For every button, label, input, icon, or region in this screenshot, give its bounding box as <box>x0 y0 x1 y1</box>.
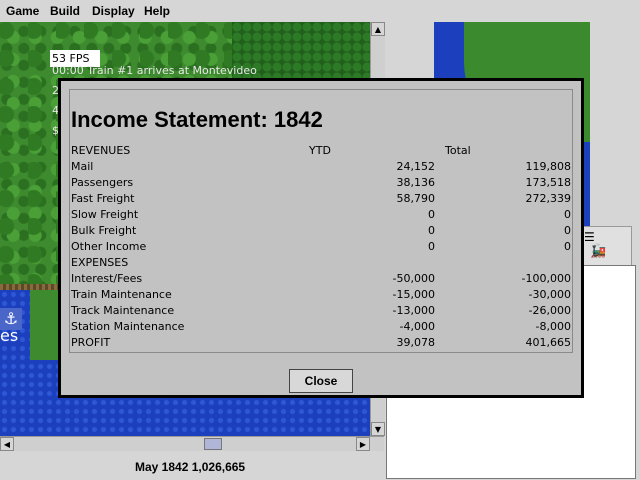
profit-row: PROFIT 39,078 401,665 <box>71 335 571 351</box>
cash-label: 1,026,665 <box>191 460 246 474</box>
total-value: 0 <box>564 208 571 221</box>
table-row: Slow Freight 0 0 <box>71 207 571 223</box>
row-label: Bulk Freight <box>71 224 137 237</box>
table-row: Fast Freight 58,790 272,339 <box>71 191 571 207</box>
table-row: Mail 24,152 119,808 <box>71 159 571 175</box>
row-label: Station Maintenance <box>71 320 185 333</box>
total-value: 0 <box>564 224 571 237</box>
income-statement-dialog: Income Statement: 1842 REVENUES YTD Tota… <box>58 78 584 398</box>
row-label: Slow Freight <box>71 208 139 221</box>
total-value: -30,000 <box>528 288 571 301</box>
row-label: PROFIT <box>71 336 111 349</box>
total-value: 119,808 <box>525 160 572 173</box>
table-row: Interest/Fees -50,000 -100,000 <box>71 271 571 287</box>
table-row: Passengers 38,136 173,518 <box>71 175 571 191</box>
menu-display[interactable]: Display <box>92 4 135 18</box>
ytd-value: 39,078 <box>396 336 436 349</box>
table-row: Train Maintenance -15,000 -30,000 <box>71 287 571 303</box>
ytd-value: 24,152 <box>396 160 436 173</box>
total-value: -26,000 <box>528 304 571 317</box>
row-label: Fast Freight <box>71 192 135 205</box>
total-value: 173,518 <box>525 176 572 189</box>
close-button[interactable]: Close <box>289 369 353 393</box>
scroll-left-icon[interactable]: ◀ <box>0 437 14 451</box>
map-label: es <box>0 326 19 345</box>
message-line: 00:00 Train #1 arrives at Montevideo <box>52 64 257 77</box>
row-label: Passengers <box>71 176 134 189</box>
section-header: EXPENSES <box>71 255 571 271</box>
ytd-value: 0 <box>428 224 435 237</box>
scroll-up-icon[interactable]: ▲ <box>371 22 385 36</box>
ytd-value: -4,000 <box>399 320 435 333</box>
scroll-right-icon[interactable]: ▶ <box>356 437 370 451</box>
menu-bar: Game Build Display Help <box>0 0 640 22</box>
ytd-value: 38,136 <box>396 176 436 189</box>
menu-game[interactable]: Game <box>6 4 39 18</box>
ytd-value: -13,000 <box>392 304 435 317</box>
total-value: 0 <box>564 240 571 253</box>
table-row: Bulk Freight 0 0 <box>71 223 571 239</box>
total-value: -100,000 <box>521 272 571 285</box>
menu-build[interactable]: Build <box>50 4 80 18</box>
row-label: Other Income <box>71 240 147 253</box>
row-label: Interest/Fees <box>71 272 143 285</box>
ytd-value: 0 <box>428 240 435 253</box>
total-value: -8,000 <box>535 320 571 333</box>
table-row: Other Income 0 0 <box>71 239 571 255</box>
total-header: Total <box>445 144 471 157</box>
ytd-value: 0 <box>428 208 435 221</box>
menu-help[interactable]: Help <box>144 4 170 18</box>
row-label: Mail <box>71 160 94 173</box>
row-label: Train Maintenance <box>71 288 172 301</box>
scroll-thumb[interactable] <box>204 438 222 450</box>
list-icon[interactable]: ☰ <box>584 230 595 244</box>
expenses-header: EXPENSES <box>71 256 129 269</box>
total-value: 272,339 <box>525 192 572 205</box>
table-header: REVENUES YTD Total <box>71 143 571 159</box>
horizontal-scrollbar[interactable]: ◀ ▶ <box>0 436 384 451</box>
ytd-header: YTD <box>309 144 331 157</box>
ytd-value: 58,790 <box>396 192 436 205</box>
ytd-value: -50,000 <box>392 272 435 285</box>
table-row: Station Maintenance -4,000 -8,000 <box>71 319 571 335</box>
scroll-down-icon[interactable]: ▼ <box>371 422 385 436</box>
table-row: Track Maintenance -13,000 -26,000 <box>71 303 571 319</box>
ytd-value: -15,000 <box>392 288 435 301</box>
total-value: 401,665 <box>525 336 572 349</box>
section-header: REVENUES <box>71 144 131 157</box>
dialog-title: Income Statement: 1842 <box>71 107 323 132</box>
date-label: May 1842 <box>135 460 189 474</box>
row-label: Track Maintenance <box>71 304 175 317</box>
status-bar: May 1842 1,026,665 <box>135 460 245 474</box>
locomotive-icon[interactable]: 🚂 <box>590 244 606 259</box>
